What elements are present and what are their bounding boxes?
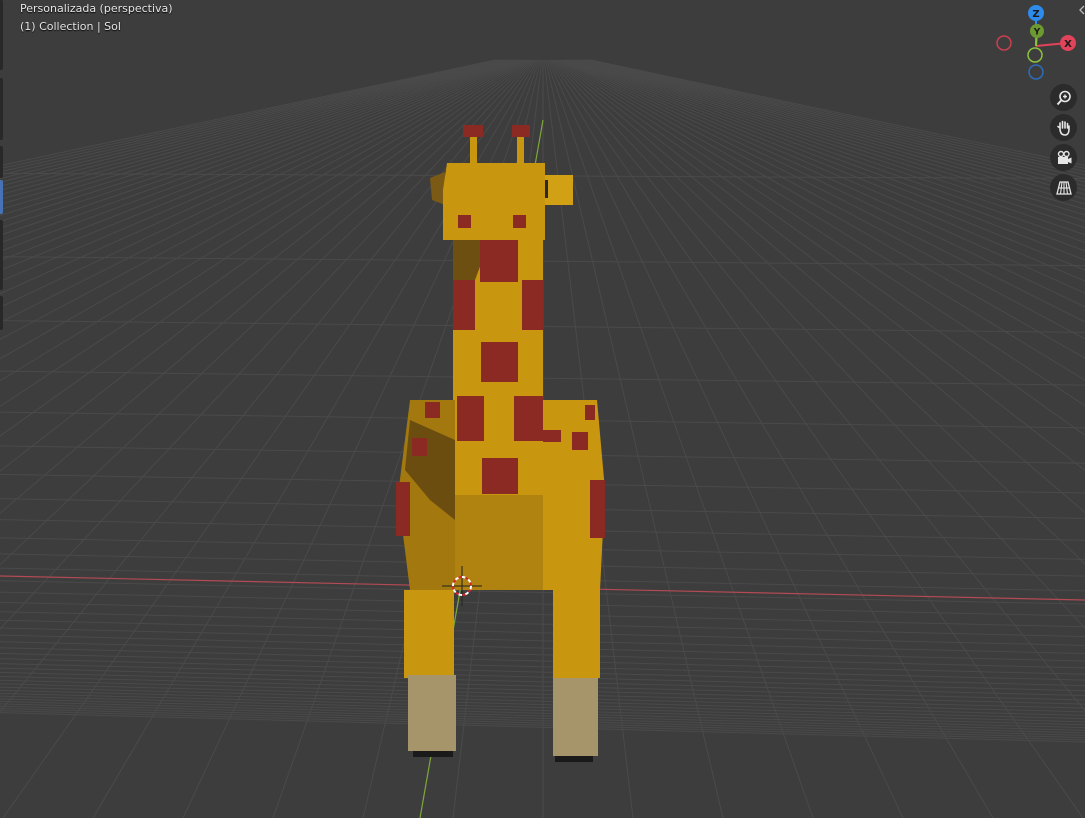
- giraffe-body-spot: [543, 430, 561, 442]
- giraffe-neck-spot: [453, 280, 475, 330]
- giraffe-hoof-left: [408, 675, 456, 751]
- grid-line: [547, 59, 904, 818]
- gizmo-x-label: X: [1064, 39, 1072, 50]
- giraffe-eye-right: [513, 215, 526, 228]
- toolbar-tab[interactable]: [0, 220, 3, 290]
- giraffe-body-spot: [585, 405, 595, 420]
- giraffe-body-spot: [590, 480, 605, 538]
- giraffe-horn-tip-left: [463, 125, 483, 137]
- giraffe-neck-spot: [481, 342, 518, 382]
- giraffe-body-spot: [396, 482, 410, 536]
- giraffe-hoof-base-right: [555, 756, 593, 762]
- gizmo-neg-x[interactable]: [996, 35, 1012, 51]
- giraffe-ear-right: [545, 175, 573, 205]
- gizmo-neg-y[interactable]: [1027, 47, 1043, 63]
- camera-icon: [1057, 150, 1071, 164]
- toolbar-tab[interactable]: [0, 0, 3, 70]
- giraffe-horn-tip-right: [512, 125, 530, 137]
- giraffe-chest: [455, 495, 543, 590]
- giraffe-body-spot: [412, 438, 427, 456]
- grid-line: [555, 59, 1085, 471]
- giraffe-hoof-base-left: [413, 751, 453, 757]
- giraffe-neck-spot: [482, 458, 518, 494]
- perspective-toggle-button[interactable]: [1050, 174, 1077, 201]
- 3d-viewport[interactable]: Y Z X: [0, 0, 1085, 818]
- giraffe-horn-left: [470, 136, 477, 166]
- giraffe-hoof-right: [553, 678, 598, 756]
- giraffe-body-spot: [425, 402, 440, 418]
- pan-button[interactable]: [1050, 114, 1077, 141]
- giraffe-leg-right: [553, 590, 600, 678]
- toolbar-tab[interactable]: [0, 146, 3, 178]
- giraffe-neck-spot: [514, 396, 544, 441]
- giraffe-ear-left: [430, 172, 445, 205]
- giraffe-neck-spot: [522, 280, 543, 330]
- collection-info-label: (1) Collection | Sol: [20, 20, 121, 33]
- toolbar-tab[interactable]: [0, 78, 3, 140]
- giraffe-leg-left: [404, 590, 454, 678]
- gizmo-z-label: Z: [1032, 9, 1039, 20]
- view-name-label: Personalizada (perspectiva): [20, 2, 173, 15]
- giraffe-neck-spot: [457, 396, 484, 441]
- giraffe-neck-spot: [480, 240, 518, 282]
- collapse-arrow-icon[interactable]: [1077, 0, 1085, 20]
- hand-pan-icon: [1056, 120, 1070, 136]
- giraffe-model[interactable]: [396, 125, 605, 762]
- grid-perspective-icon: [1055, 180, 1072, 195]
- camera-view-button[interactable]: [1050, 144, 1077, 171]
- zoom-button[interactable]: [1050, 84, 1077, 111]
- toolbar-tab-active[interactable]: [0, 180, 3, 214]
- giraffe-head: [443, 163, 545, 240]
- zoom-icon: [1056, 90, 1071, 105]
- grid-line: [549, 59, 1084, 818]
- giraffe-body-spot: [572, 432, 588, 450]
- toolbar-tab[interactable]: [0, 296, 3, 330]
- gizmo-neg-z[interactable]: [1028, 64, 1044, 80]
- giraffe-horn-right: [517, 136, 524, 166]
- gizmo-y-label: Y: [1033, 28, 1041, 38]
- giraffe-eye-left: [458, 215, 471, 228]
- giraffe-ear-shadow: [545, 180, 548, 198]
- navigation-gizmo[interactable]: Y Z X: [996, 5, 1076, 80]
